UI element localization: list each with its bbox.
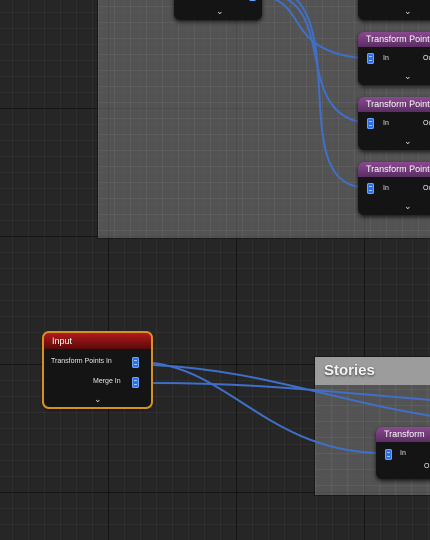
transform-points-node-3[interactable]: Transform Points In Ou ⌄: [358, 162, 430, 215]
transform-points-node-title: Transform Points: [358, 32, 430, 47]
partial-node-top[interactable]: ⌄: [174, 0, 262, 20]
out-pin-label: Ou: [423, 185, 430, 192]
transform-points-node-1[interactable]: Transform Points In Ou ⌄: [358, 32, 430, 85]
transform-points-node-title: Transform Points: [358, 97, 430, 112]
stories-transform-node-title: Transform: [376, 427, 430, 442]
input-node-title: Input: [44, 333, 151, 349]
transform-points-in-pin[interactable]: [132, 357, 139, 368]
partial-node-top-right[interactable]: ⌄: [358, 0, 430, 20]
in-pin[interactable]: [367, 183, 374, 194]
expand-chevron[interactable]: ⌄: [404, 71, 412, 81]
stories-transform-node[interactable]: Transform In O: [376, 427, 430, 479]
in-pin[interactable]: [367, 118, 374, 129]
transform-points-node-2[interactable]: Transform Points In Ou ⌄: [358, 97, 430, 150]
partial-node-expand-chevron[interactable]: ⌄: [216, 6, 224, 16]
wire-to-top-node-3: [295, 0, 361, 188]
stories-in-pin-label: In: [400, 450, 406, 457]
stories-out-pin-label: O: [424, 463, 430, 470]
out-pin-label: Ou: [423, 120, 430, 127]
in-pin-label: In: [383, 185, 389, 192]
transform-points-in-label: Transform Points In: [51, 358, 112, 365]
expand-chevron[interactable]: ⌄: [404, 136, 412, 146]
expand-chevron[interactable]: ⌄: [404, 201, 412, 211]
out-pin-label: Ou: [423, 55, 430, 62]
wire-transform-to-right: [152, 364, 430, 417]
in-pin[interactable]: [367, 53, 374, 64]
partial-node-right-expand-chevron[interactable]: ⌄: [404, 6, 412, 16]
wire-transform-to-stories-node: [152, 362, 379, 454]
input-node[interactable]: Input Transform Points In Merge In ⌄: [44, 333, 151, 407]
merge-in-pin[interactable]: [132, 377, 139, 388]
graph-canvas[interactable]: Stories ⌄ ⌄ Transform Points In Ou ⌄ Tra…: [0, 0, 430, 540]
wire-to-top-node-2: [286, 0, 361, 123]
in-pin-label: In: [383, 120, 389, 127]
stories-in-pin[interactable]: [385, 449, 392, 460]
in-pin-label: In: [383, 55, 389, 62]
partial-node-out-pin[interactable]: [249, 0, 256, 1]
input-node-expand-chevron[interactable]: ⌄: [94, 394, 102, 404]
merge-in-label: Merge In: [93, 378, 121, 385]
transform-points-node-title: Transform Points: [358, 162, 430, 177]
